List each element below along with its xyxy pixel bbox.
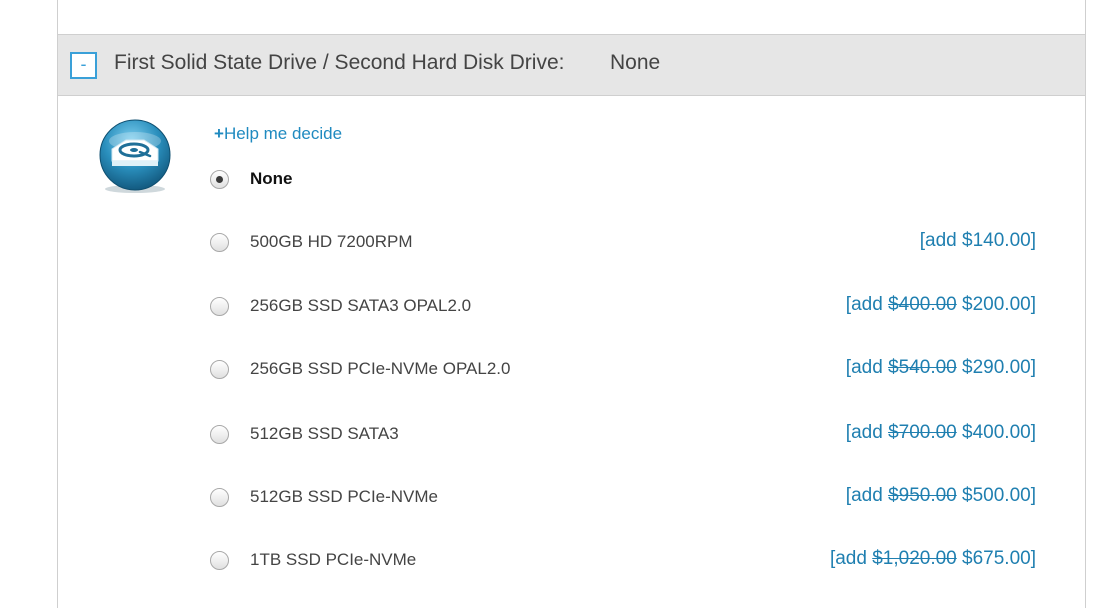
option-price: [add $700.00 $400.00]	[845, 422, 1036, 443]
option-label: 512GB SSD PCIe-NVMe	[250, 487, 439, 506]
radio-512gb-ssd-nvme[interactable]	[210, 488, 229, 507]
selected-value: None	[610, 51, 661, 74]
radio-256gb-ssd-sata3[interactable]	[210, 297, 229, 316]
option-256gb-ssd-sata3[interactable]: 256GB SSD SATA3 OPAL2.0 [add $400.00 $20…	[210, 293, 1036, 323]
option-price: [add $140.00]	[919, 230, 1036, 251]
radio-512gb-ssd-sata3[interactable]	[210, 425, 229, 444]
option-label: 512GB SSD SATA3	[250, 424, 399, 443]
section-header[interactable]: - First Solid State Drive / Second Hard …	[58, 34, 1085, 96]
collapse-button[interactable]: -	[70, 52, 97, 79]
radio-256gb-ssd-nvme[interactable]	[210, 360, 229, 379]
option-label: 500GB HD 7200RPM	[250, 232, 413, 251]
section-title: First Solid State Drive / Second Hard Di…	[114, 51, 565, 74]
option-1tb-ssd-nvme[interactable]: 1TB SSD PCIe-NVMe [add $1,020.00 $675.00…	[210, 547, 1036, 577]
sale-price: $400.00	[962, 422, 1031, 443]
option-price: [add $1,020.00 $675.00]	[829, 548, 1036, 569]
radio-500gb-hd[interactable]	[210, 233, 229, 252]
config-panel: - First Solid State Drive / Second Hard …	[57, 0, 1086, 608]
hard-drive-icon	[98, 119, 172, 195]
original-price: $540.00	[888, 357, 957, 378]
radio-1tb-ssd-nvme[interactable]	[210, 551, 229, 570]
option-label: 1TB SSD PCIe-NVMe	[250, 550, 417, 569]
original-price: $950.00	[888, 485, 957, 506]
option-256gb-ssd-nvme[interactable]: 256GB SSD PCIe-NVMe OPAL2.0 [add $540.00…	[210, 356, 1036, 386]
option-none[interactable]: None	[210, 166, 1036, 196]
original-price: $700.00	[888, 422, 957, 443]
option-500gb-hd[interactable]: 500GB HD 7200RPM [add $140.00]	[210, 229, 1036, 259]
option-512gb-ssd-nvme[interactable]: 512GB SSD PCIe-NVMe [add $950.00 $500.00…	[210, 484, 1036, 514]
sale-price: $290.00	[962, 357, 1031, 378]
option-price: [add $540.00 $290.00]	[845, 357, 1036, 378]
option-label: 256GB SSD SATA3 OPAL2.0	[250, 296, 472, 315]
option-label: None	[250, 169, 293, 188]
original-price: $1,020.00	[872, 548, 957, 569]
radio-none[interactable]	[210, 170, 229, 189]
option-512gb-ssd-sata3[interactable]: 512GB SSD SATA3 [add $700.00 $400.00]	[210, 421, 1036, 451]
option-price: [add $950.00 $500.00]	[845, 485, 1036, 506]
help-link-label: Help me decide	[223, 124, 343, 143]
sale-price: $200.00	[962, 294, 1031, 315]
option-price: [add $400.00 $200.00]	[845, 294, 1036, 315]
help-me-decide-link[interactable]: +Help me decide	[214, 124, 342, 144]
original-price: $400.00	[888, 294, 957, 315]
option-label: 256GB SSD PCIe-NVMe OPAL2.0	[250, 359, 511, 378]
sale-price: $675.00	[962, 548, 1031, 569]
sale-price: $500.00	[962, 485, 1031, 506]
plus-icon: +	[214, 124, 224, 143]
